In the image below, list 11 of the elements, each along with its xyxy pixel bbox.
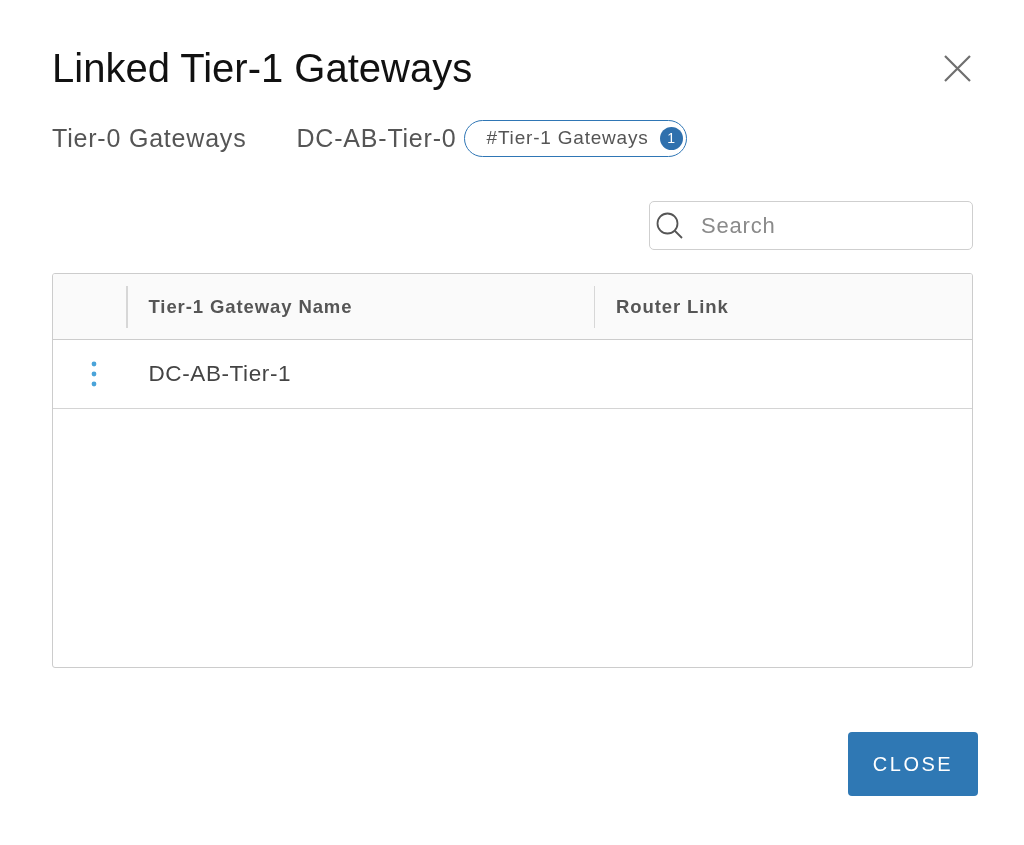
search-icon: [656, 212, 683, 239]
dialog-title: Linked Tier-1 Gateways: [52, 45, 473, 92]
table-cell: DC-AB-Tier-1: [148, 361, 292, 386]
more-actions-icon[interactable]: [89, 360, 99, 388]
column-header: Tier-1 Gateway Name: [148, 295, 353, 317]
column-header: Router Link: [616, 295, 729, 317]
gateway-name: DC-AB-Tier-0: [296, 123, 457, 153]
breadcrumb-label: Tier-0 Gateways: [52, 123, 247, 153]
search-field[interactable]: Search: [649, 201, 973, 250]
close-icon[interactable]: [944, 54, 971, 82]
close-button[interactable]: CLOSE: [848, 732, 978, 796]
